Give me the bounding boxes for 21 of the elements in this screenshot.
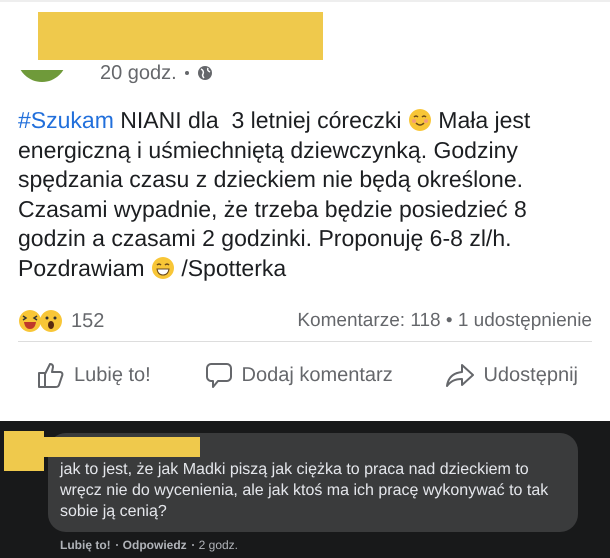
reaction-count[interactable]: 152	[71, 310, 104, 332]
thumbs-up-icon	[36, 360, 66, 390]
wow-emoji-icon	[39, 309, 63, 333]
grinning-emoji-icon	[150, 256, 175, 280]
separator-dot	[184, 71, 189, 75]
comment-time: 2 godz.	[198, 538, 238, 552]
like-link[interactable]: Lubię to!	[60, 538, 111, 552]
reply-link[interactable]: Odpowiedz	[122, 538, 187, 552]
share-button[interactable]: Udostępnij	[445, 356, 578, 394]
smiling-emoji-icon	[408, 108, 432, 132]
separator-dot	[116, 544, 118, 546]
globe-icon	[196, 65, 213, 81]
like-button[interactable]: Lubię to!	[36, 356, 151, 394]
laugh-emoji-icon	[18, 309, 42, 333]
post-time: 20 godz.	[100, 62, 177, 84]
comment-button[interactable]: Dodaj komentarz	[204, 356, 393, 394]
comment-share-stats[interactable]: Komentarze: 118 • 1 udostępnienie	[297, 310, 592, 332]
speech-bubble-icon	[204, 360, 234, 390]
post-text: #Szukam NIANI dla 3 letniej córeczki Mała jest energiczną i uśmiechniętą dziewczynką. Godziny spędzania czasu z dzieckiem nie będą określone. Czasami wypadnie, że trzeba będzie posiedzieć 8 godzin a czasami 2 godzinki. Proponuję 6-8 zl/h. Pozdrawiam /Spotterka	[18, 106, 532, 283]
comment-text: jak to jest, że jak Madki piszą jak ciężka to praca nad dzieckiem to wręcz nie do wycenienia, ale jak ktoś ma ich pracę wykonywać to tak sobie ją cenią?	[60, 460, 550, 522]
separator-dot	[192, 544, 194, 546]
